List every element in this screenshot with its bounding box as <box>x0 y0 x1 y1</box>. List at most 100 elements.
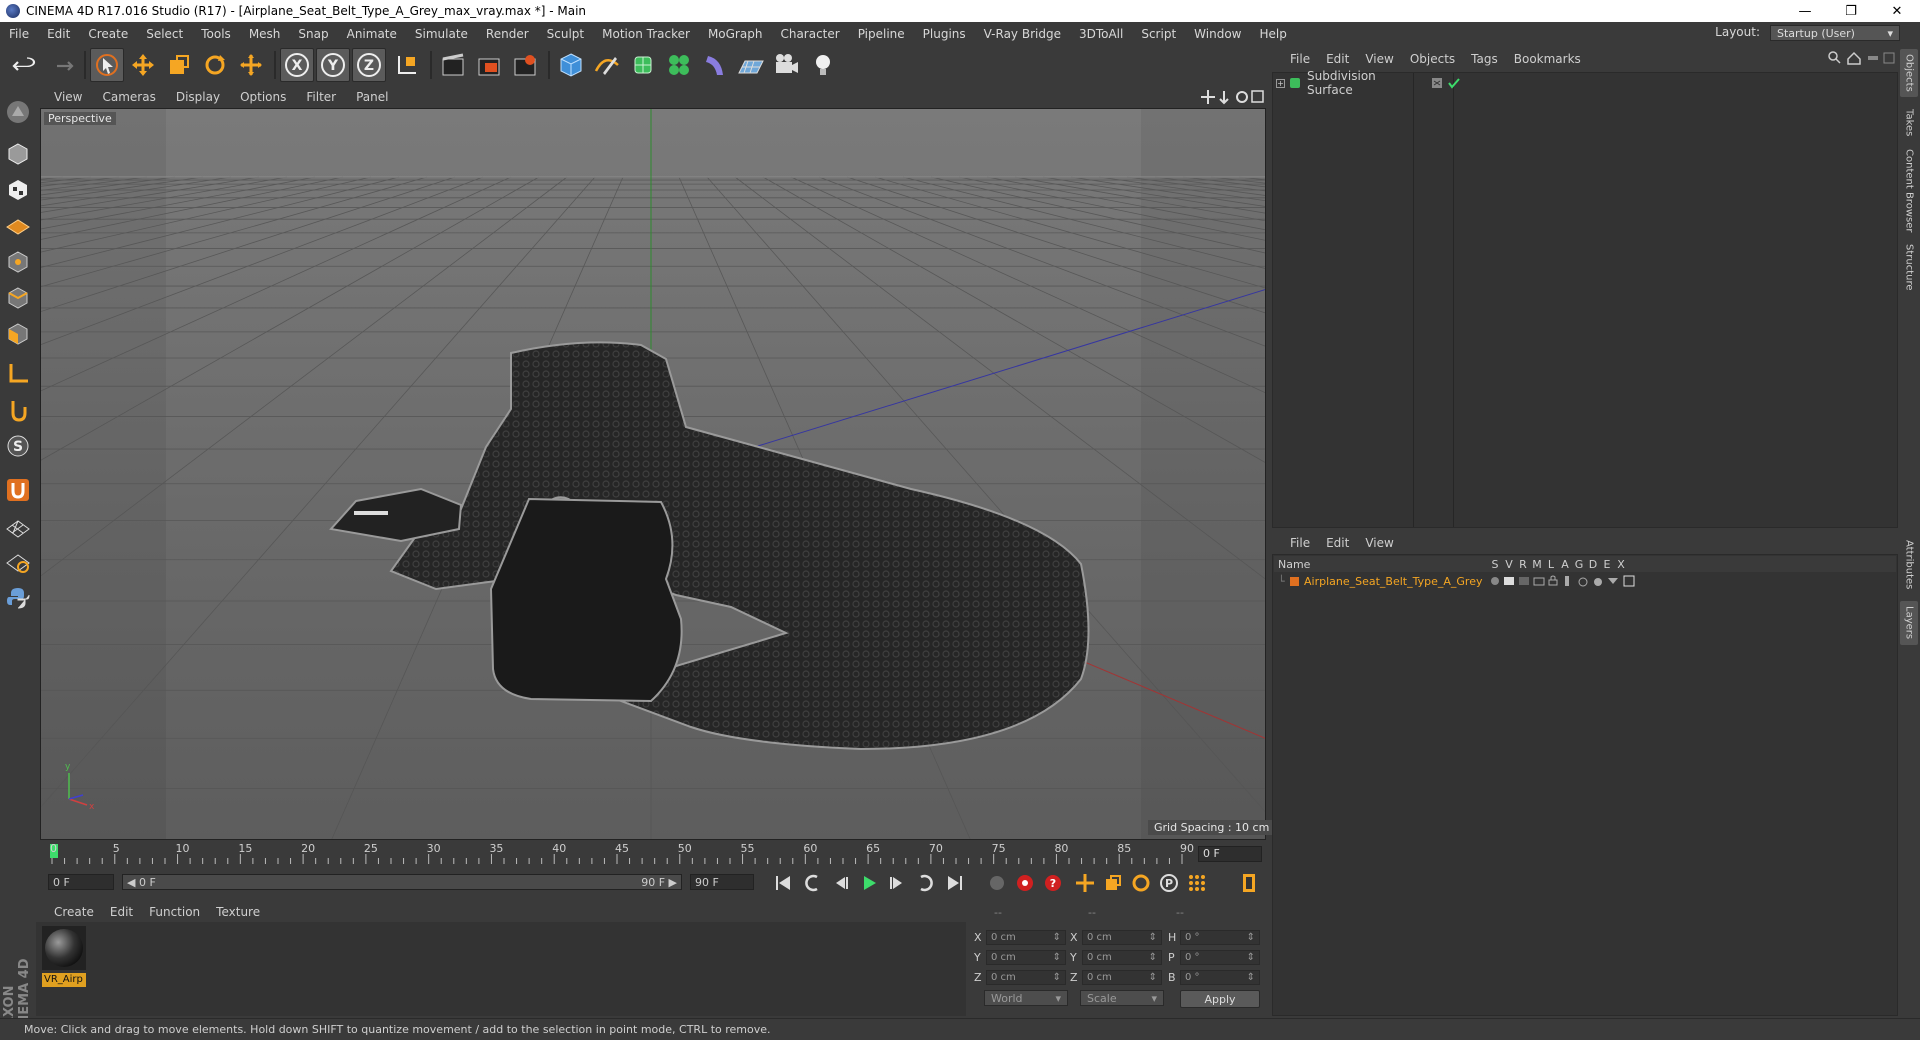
mat-menu-create[interactable]: Create <box>46 905 102 919</box>
rotate-tool-button[interactable] <box>198 48 232 82</box>
layer-menu-edit[interactable]: Edit <box>1318 536 1357 550</box>
play-button[interactable] <box>856 870 882 896</box>
snapping-button[interactable]: S <box>3 431 33 461</box>
menu-edit[interactable]: Edit <box>38 27 79 41</box>
coordinate-space-select[interactable]: World ▾ <box>984 990 1068 1006</box>
cube-object-button[interactable] <box>554 48 588 82</box>
edit-render-settings-button[interactable] <box>508 48 542 82</box>
menu-tools[interactable]: Tools <box>192 27 240 41</box>
object-manager-tools[interactable] <box>1826 50 1896 66</box>
mat-menu-function[interactable]: Function <box>141 905 208 919</box>
z-axis-lock-button[interactable]: Z <box>352 48 386 82</box>
menu-mesh[interactable]: Mesh <box>240 27 290 41</box>
vp-menu-view[interactable]: View <box>44 90 92 104</box>
key-pla-button[interactable] <box>1184 870 1210 896</box>
stepper-icon[interactable]: ⇕ <box>1053 952 1061 963</box>
timeline-window-button[interactable] <box>1236 870 1262 896</box>
tab-objects[interactable]: Objects <box>1900 49 1918 97</box>
coordinate-system-button[interactable] <box>390 48 424 82</box>
coord-position-field[interactable]: 0 cm ⇕ <box>986 930 1066 945</box>
light-object-button[interactable] <box>806 48 840 82</box>
menu-character[interactable]: Character <box>771 27 848 41</box>
object-visibility-toggles[interactable] <box>1431 76 1465 90</box>
layer-column-xref[interactable]: X <box>1614 558 1628 571</box>
apply-button[interactable]: Apply <box>1180 990 1260 1008</box>
coord-size-field[interactable]: 0 cm ⇕ <box>1082 930 1162 945</box>
deformer-button[interactable] <box>698 48 732 82</box>
menu-file[interactable]: File <box>0 27 38 41</box>
stepper-icon[interactable]: ⇕ <box>1247 972 1255 983</box>
model-mode-button[interactable] <box>3 139 33 169</box>
previous-frame-button[interactable] <box>828 870 854 896</box>
menu-vray-bridge[interactable]: V-Ray Bridge <box>975 27 1070 41</box>
menu-motion-tracker[interactable]: Motion Tracker <box>593 27 699 41</box>
stepper-icon[interactable]: ⇕ <box>1247 952 1255 963</box>
mat-menu-texture[interactable]: Texture <box>208 905 268 919</box>
layer-column-manager[interactable]: M <box>1530 558 1544 571</box>
key-rotation-button[interactable] <box>1128 870 1154 896</box>
close-button[interactable]: ✕ <box>1874 0 1920 22</box>
coord-position-field[interactable]: 0 cm ⇕ <box>986 970 1066 985</box>
autokey-button[interactable]: ? <box>1040 870 1066 896</box>
tab-content-browser[interactable]: Content Browser <box>1900 149 1918 233</box>
move-tool-button[interactable] <box>126 48 160 82</box>
previous-key-button[interactable] <box>800 870 826 896</box>
undo-button[interactable] <box>8 48 42 82</box>
tab-layers[interactable]: Layers <box>1900 601 1918 645</box>
coord-position-field[interactable]: 0 cm ⇕ <box>986 950 1066 965</box>
current-frame-field[interactable]: 0 F <box>1198 846 1262 862</box>
obj-menu-bookmarks[interactable]: Bookmarks <box>1506 52 1589 66</box>
obj-menu-edit[interactable]: Edit <box>1318 52 1357 66</box>
menu-3dtoall[interactable]: 3DToAll <box>1070 27 1132 41</box>
frame-range-slider[interactable]: ◀ 0 F 90 F ▶ <box>122 874 682 890</box>
spline-pen-button[interactable] <box>590 48 624 82</box>
layer-menu-file[interactable]: File <box>1282 536 1318 550</box>
minimize-button[interactable]: — <box>1782 0 1828 22</box>
obj-menu-file[interactable]: File <box>1282 52 1318 66</box>
edges-mode-button[interactable] <box>3 283 33 313</box>
motion-record-button[interactable] <box>984 870 1010 896</box>
layer-menu-view[interactable]: View <box>1357 536 1401 550</box>
grid-snap-button[interactable] <box>3 547 33 577</box>
redo-button[interactable] <box>44 48 78 82</box>
go-to-start-button[interactable] <box>770 870 796 896</box>
go-to-end-button[interactable] <box>942 870 968 896</box>
scale-tool-button[interactable] <box>162 48 196 82</box>
layer-toggle-icons[interactable] <box>1488 574 1658 588</box>
render-picture-viewer-button[interactable] <box>472 48 506 82</box>
coord-rotation-field[interactable]: 0 ° ⇕ <box>1180 950 1260 965</box>
menu-window[interactable]: Window <box>1185 27 1250 41</box>
vp-menu-display[interactable]: Display <box>166 90 230 104</box>
coord-size-field[interactable]: 0 cm ⇕ <box>1082 950 1162 965</box>
x-axis-lock-button[interactable]: X <box>280 48 314 82</box>
maximize-button[interactable]: ❐ <box>1828 0 1874 22</box>
layer-column-deformers[interactable]: D <box>1586 558 1600 571</box>
layer-column-visible[interactable]: V <box>1502 558 1516 571</box>
material-swatch[interactable]: VR_Airp <box>42 926 86 987</box>
workplane-lock-button[interactable] <box>3 513 33 543</box>
menu-mograph[interactable]: MoGraph <box>699 27 772 41</box>
menu-help[interactable]: Help <box>1250 27 1295 41</box>
menu-sculpt[interactable]: Sculpt <box>538 27 593 41</box>
viewport-nav-icons[interactable] <box>1200 89 1264 105</box>
texture-mode-button[interactable] <box>3 175 33 205</box>
layer-color-swatch[interactable] <box>1290 576 1299 586</box>
key-scale-button[interactable] <box>1100 870 1126 896</box>
tab-attributes[interactable]: Attributes <box>1900 535 1918 595</box>
coordinate-mode-select[interactable]: Scale ▾ <box>1080 990 1164 1006</box>
start-frame-field[interactable]: 0 F <box>48 874 114 890</box>
menu-animate[interactable]: Animate <box>338 27 406 41</box>
subdivision-surface-button[interactable] <box>626 48 660 82</box>
tab-takes[interactable]: Takes <box>1900 103 1918 143</box>
tweak-mode-button[interactable] <box>3 395 33 425</box>
stepper-icon[interactable]: ⇕ <box>1053 972 1061 983</box>
layer-column-expressions[interactable]: E <box>1600 558 1614 571</box>
stepper-icon[interactable]: ⇕ <box>1053 932 1061 943</box>
python-button[interactable] <box>3 583 33 613</box>
layer-column-locked[interactable]: L <box>1544 558 1558 571</box>
mat-menu-edit[interactable]: Edit <box>102 905 141 919</box>
polygons-mode-button[interactable] <box>3 319 33 349</box>
vp-menu-panel[interactable]: Panel <box>346 90 398 104</box>
menu-plugins[interactable]: Plugins <box>914 27 975 41</box>
end-frame-field[interactable]: 90 F <box>690 874 754 890</box>
